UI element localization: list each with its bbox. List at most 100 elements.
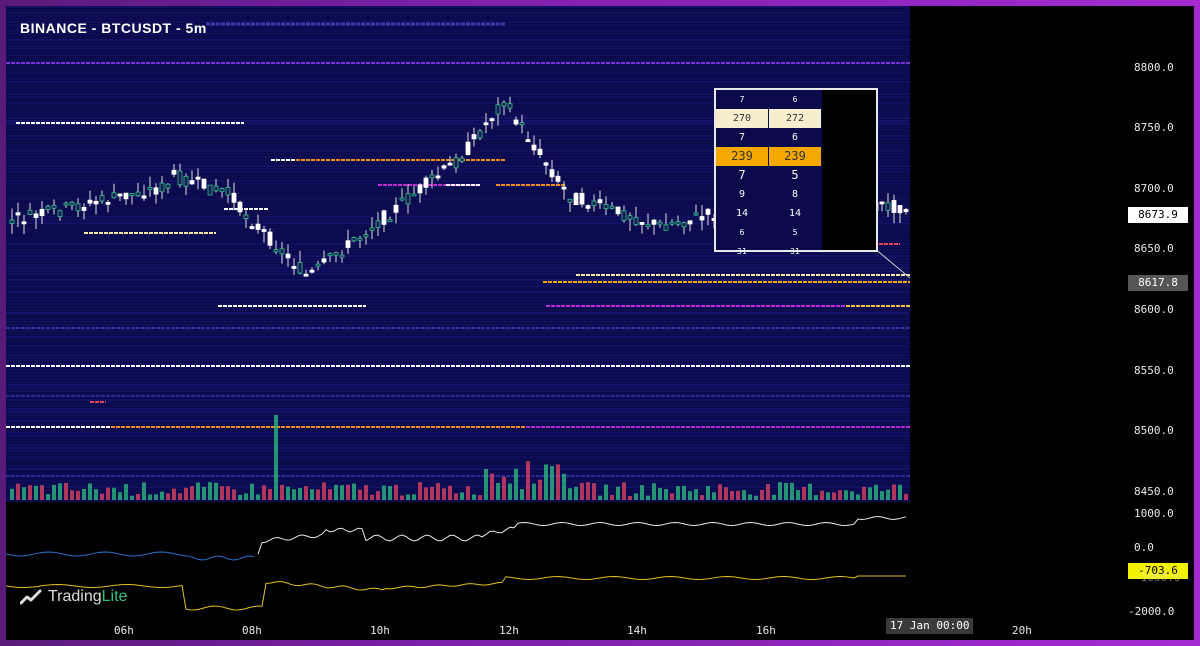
- candle-body: [519, 122, 525, 126]
- candle-body: [81, 207, 87, 211]
- candle-body: [609, 205, 615, 209]
- oscillator-panel[interactable]: [6, 508, 910, 618]
- volume-bar: [220, 486, 224, 500]
- candle-body: [567, 198, 573, 203]
- candle-body: [189, 180, 195, 185]
- liquidity-band: [6, 471, 910, 473]
- logo-icon: [20, 589, 42, 605]
- volume-bar: [268, 489, 272, 500]
- liquidity-band: [6, 480, 910, 482]
- candle-body: [471, 134, 477, 140]
- liquidity-band: [6, 411, 910, 413]
- volume-bar: [514, 468, 518, 500]
- volume-bar: [154, 494, 158, 500]
- volume-bar: [676, 486, 680, 500]
- candle-body: [129, 193, 135, 196]
- candle-body: [879, 201, 885, 205]
- volume-bar: [724, 487, 728, 500]
- orderbook-empty-area: [822, 90, 876, 250]
- candle-body: [165, 183, 171, 189]
- volume-bar: [250, 483, 254, 500]
- liquidity-band: [6, 363, 910, 365]
- volume-bar: [478, 495, 482, 500]
- volume-bar: [202, 486, 206, 500]
- candle-body: [669, 221, 675, 225]
- candle-body: [303, 273, 309, 277]
- liquidity-band: [6, 66, 910, 68]
- liquidity-band: [6, 393, 910, 395]
- volume-bar: [124, 484, 128, 500]
- liquidity-band: [6, 318, 910, 320]
- volume-bar: [694, 489, 698, 500]
- liquidity-band: [6, 15, 910, 17]
- candle-body: [345, 240, 351, 248]
- orderbook-cell-left: 239: [716, 147, 768, 166]
- candle-body: [891, 200, 897, 213]
- candle-body: [495, 104, 501, 115]
- volume-bar: [802, 486, 806, 500]
- candle-body: [525, 139, 531, 143]
- volume-bar: [820, 490, 824, 500]
- candle-body: [543, 162, 549, 166]
- osc-tick-label: 1000.0: [1134, 507, 1174, 520]
- liquidity-band: [6, 45, 910, 47]
- candle-body: [63, 202, 69, 206]
- volume-bar: [640, 485, 644, 500]
- volume-bar: [688, 491, 692, 500]
- candle-body: [291, 266, 297, 269]
- candle-body: [507, 103, 513, 109]
- liquidity-band: [6, 285, 910, 287]
- liquidity-band: [6, 444, 910, 446]
- liquidity-band: [6, 432, 910, 434]
- candle-body: [531, 144, 537, 151]
- candle-body: [57, 210, 63, 217]
- volume-bar: [784, 482, 788, 500]
- liquidity-band: [6, 69, 910, 71]
- volume-bar: [172, 488, 176, 500]
- liquidity-band: [6, 372, 910, 374]
- volume-bar: [328, 489, 332, 500]
- liquidity-band: [6, 261, 910, 263]
- liquidity-band: [6, 354, 910, 356]
- volume-bar: [28, 485, 32, 500]
- liquidity-band: [6, 468, 910, 470]
- orderbook-cell-right: 31: [790, 247, 800, 256]
- liquidity-band: [6, 357, 910, 359]
- price-tick-label: 8550.0: [1134, 364, 1174, 377]
- candle-body: [357, 237, 363, 241]
- volume-bar: [400, 495, 404, 500]
- candle-body: [885, 202, 891, 211]
- liquidity-band: [6, 381, 910, 383]
- liquidity-band: [6, 276, 910, 278]
- osc-series-white: [257, 515, 907, 555]
- orderbook-popup[interactable]: 7 6 270 272 7 6 239 239 7 5 9 8 14 14 6 5 31 31: [714, 88, 878, 256]
- candle-body: [561, 186, 567, 190]
- volume-bar: [364, 485, 368, 500]
- candle-body: [111, 192, 117, 199]
- time-tick-label: 06h: [114, 624, 134, 637]
- liquidity-band: [6, 300, 910, 302]
- candle-body: [417, 184, 423, 194]
- logo-text-accent: Lite: [101, 588, 128, 605]
- volume-bar: [238, 494, 242, 500]
- candle-body: [273, 249, 279, 253]
- liquidity-band: [6, 294, 910, 296]
- volume-bar: [454, 493, 458, 500]
- liquidity-band: [6, 501, 910, 502]
- volume-bar: [574, 486, 578, 500]
- candle-body: [681, 222, 687, 228]
- volume-bar: [244, 493, 248, 500]
- volume-bar: [760, 489, 764, 500]
- chart-frame[interactable]: BINANCE - BTCUSDT - 5m TradingLite 7 6 270…: [6, 6, 1194, 640]
- volume-bar: [622, 482, 626, 500]
- volume-bar: [82, 488, 86, 500]
- volume-bar: [538, 479, 542, 500]
- volume-bar: [424, 487, 428, 500]
- liquidity-band: [6, 297, 910, 299]
- volume-bar: [412, 494, 416, 500]
- volume-bar: [754, 495, 758, 500]
- candle-body: [255, 223, 261, 230]
- orderbook-cell-right: 239: [769, 147, 821, 166]
- candle-body: [621, 210, 627, 221]
- time-tick-label: 16h: [756, 624, 776, 637]
